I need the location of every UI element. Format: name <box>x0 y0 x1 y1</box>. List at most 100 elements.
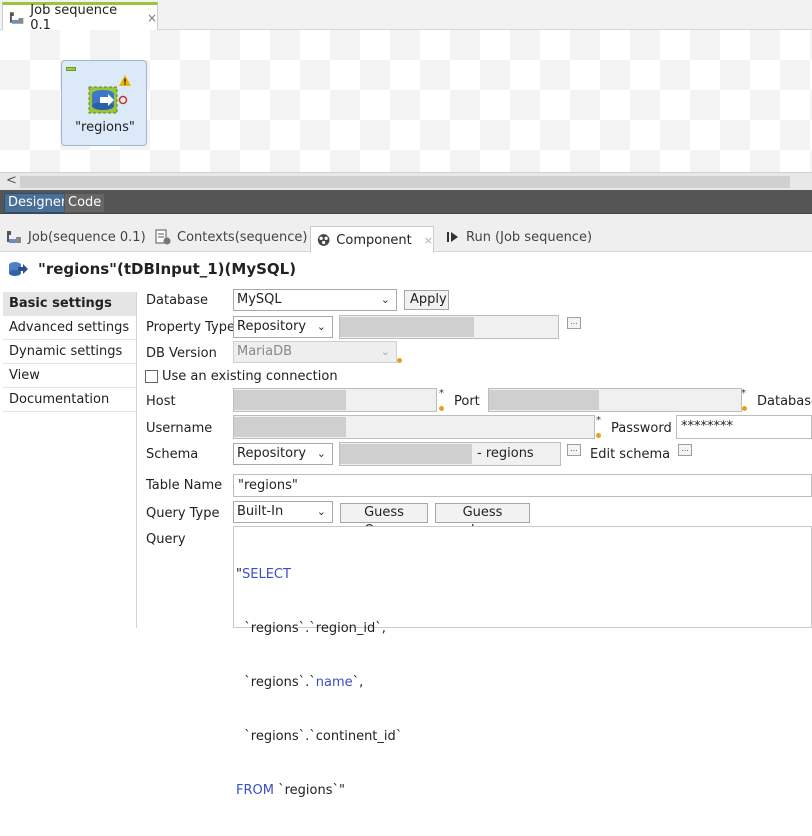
browse-schema-button[interactable]: ... <box>567 444 581 456</box>
username-label: Username <box>146 421 213 436</box>
warning-dot-icon <box>742 406 747 411</box>
query-type-label: Query Type <box>146 506 220 521</box>
warning-dot-icon <box>596 433 601 438</box>
component-title: "regions"(tDBInput_1)(MySQL) <box>0 255 812 283</box>
db-version-label: DB Version <box>146 346 217 361</box>
redacted-value <box>340 317 474 337</box>
settings-list: Basic settings Advanced settings Dynamic… <box>3 292 137 628</box>
settings-item-basic[interactable]: Basic settings <box>3 292 136 316</box>
run-icon <box>447 232 458 242</box>
warning-dot-icon <box>397 358 402 363</box>
tab-contexts[interactable]: Contexts(sequence) <box>155 224 308 250</box>
tab-job[interactable]: Job(sequence 0.1) <box>6 224 146 250</box>
schema-value: - regions <box>477 446 534 461</box>
password-label: Password <box>611 421 672 436</box>
browse-repository-button[interactable]: ... <box>567 317 581 329</box>
tab-component[interactable]: Component × <box>310 226 434 253</box>
query-line: `regions`.`name`, <box>236 675 364 690</box>
designer-canvas[interactable]: "regions" <box>0 30 812 172</box>
database-select[interactable]: MySQL ⌄ <box>233 289 397 311</box>
tab-code[interactable]: Code <box>64 193 106 213</box>
warning-dot-icon <box>439 406 444 411</box>
database-select-value: MySQL <box>237 292 282 307</box>
warning-icon <box>119 75 131 86</box>
scrollbar-thumb[interactable] <box>20 176 790 188</box>
db-input-icon <box>9 262 28 276</box>
settings-item-view[interactable]: View <box>3 364 136 388</box>
query-line: "SELECT <box>236 567 291 582</box>
table-name-field[interactable]: "regions" <box>233 474 812 497</box>
repository-path-field[interactable] <box>339 315 559 339</box>
database-label: Database <box>146 293 209 308</box>
redacted-value <box>234 417 346 437</box>
chevron-down-icon: ⌄ <box>380 345 390 358</box>
apply-button[interactable]: Apply <box>404 290 449 310</box>
component-title-text: "regions"(tDBInput_1)(MySQL) <box>38 260 297 278</box>
property-type-label: Property Type <box>146 320 236 335</box>
schema-label: Schema <box>146 447 199 462</box>
database-field-label: Database <box>757 394 812 409</box>
chevron-down-icon: ⌄ <box>316 447 326 460</box>
close-icon[interactable]: × <box>424 234 433 247</box>
tab-designer[interactable]: Designer <box>4 193 71 213</box>
chevron-down-icon: ⌄ <box>316 320 326 333</box>
schema-type-value: Repository <box>237 446 307 461</box>
use-existing-connection-checkbox[interactable] <box>145 370 158 383</box>
redacted-value <box>489 390 599 410</box>
port-field[interactable] <box>488 388 742 412</box>
job-icon <box>9 11 24 24</box>
schema-repository-field[interactable]: - regions <box>339 442 561 466</box>
db-version-select: MariaDB ⌄ <box>233 341 397 363</box>
password-value: ******** <box>681 419 733 434</box>
collapse-handle-icon[interactable] <box>66 67 76 71</box>
settings-item-dynamic[interactable]: Dynamic settings <box>3 340 136 364</box>
port-label: Port <box>454 394 480 409</box>
edit-schema-label: Edit schema <box>590 447 671 462</box>
query-label: Query <box>146 532 186 547</box>
db-version-value: MariaDB <box>237 344 293 359</box>
job-icon <box>7 231 21 243</box>
query-type-select[interactable]: Built-In ⌄ <box>233 501 333 523</box>
table-name-value: "regions" <box>238 478 298 493</box>
required-asterisk: * <box>596 415 601 426</box>
basic-settings-form: Database MySQL ⌄ Apply Property Type Rep… <box>138 288 812 798</box>
node-label: "regions" <box>75 120 135 135</box>
editor-tab-title: Job sequence 0.1 <box>30 2 118 33</box>
guess-schema-button[interactable]: Guess schema <box>435 503 530 538</box>
redacted-value <box>340 444 472 464</box>
property-type-select[interactable]: Repository ⌄ <box>233 316 333 338</box>
required-asterisk: * <box>741 388 746 399</box>
schema-type-select[interactable]: Repository ⌄ <box>233 443 333 465</box>
editor-tab-job-sequence[interactable]: Job sequence 0.1 × <box>2 2 158 33</box>
host-label: Host <box>146 394 176 409</box>
tab-run[interactable]: Run (Job sequence) <box>446 224 592 250</box>
db-input-component-icon <box>88 86 128 114</box>
tab-component-label: Component <box>336 232 412 248</box>
use-existing-connection-label: Use an existing connection <box>162 369 338 384</box>
properties-view-tabs: Job(sequence 0.1) Contexts(sequence) Com… <box>0 214 812 253</box>
property-type-value: Repository <box>237 319 307 334</box>
host-field[interactable] <box>233 388 437 412</box>
query-editor[interactable]: "SELECT `regions`.`region_id`, `regions`… <box>233 526 812 798</box>
close-icon[interactable]: × <box>147 11 157 25</box>
tab-contexts-label: Contexts(sequence) <box>177 229 308 245</box>
tab-run-label: Run (Job sequence) <box>466 229 593 245</box>
editor-view-tabs: Designer Code <box>0 190 812 214</box>
component-node-regions[interactable]: "regions" <box>61 60 147 146</box>
canvas-horizontal-scrollbar[interactable]: < <box>0 172 812 190</box>
password-field[interactable]: ******** <box>676 415 812 439</box>
query-line: `regions`.`continent_id` <box>236 729 403 744</box>
editor-tab-strip: Job sequence 0.1 × <box>0 0 812 33</box>
settings-item-advanced[interactable]: Advanced settings <box>3 316 136 340</box>
edit-schema-button[interactable]: ... <box>678 444 692 456</box>
component-icon <box>317 234 330 246</box>
required-asterisk: * <box>439 388 444 399</box>
settings-item-documentation[interactable]: Documentation <box>3 388 136 412</box>
tab-job-label: Job(sequence 0.1) <box>28 229 146 245</box>
guess-query-button[interactable]: Guess Query <box>340 503 428 538</box>
username-field[interactable] <box>233 415 595 439</box>
query-line: `regions`.`region_id`, <box>236 621 386 636</box>
chevron-down-icon: ⌄ <box>316 505 326 518</box>
scroll-left-arrow-icon[interactable]: < <box>6 173 17 188</box>
contexts-icon <box>155 229 171 245</box>
